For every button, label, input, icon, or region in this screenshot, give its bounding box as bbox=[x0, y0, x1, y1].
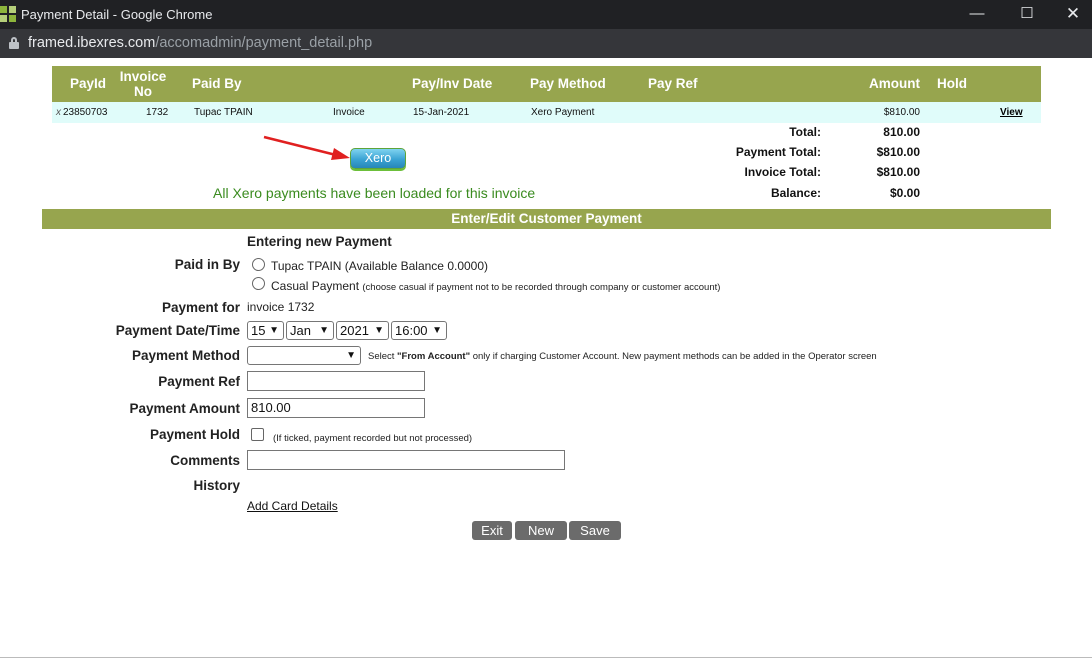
year-value: 2021 bbox=[340, 323, 369, 338]
comments-input[interactable] bbox=[247, 450, 565, 470]
month-value: Jan bbox=[290, 323, 311, 338]
year-select[interactable]: 2021 ▼ bbox=[336, 321, 389, 340]
xero-button[interactable]: Xero bbox=[350, 148, 406, 169]
day-value: 15 bbox=[251, 323, 266, 338]
section-header: Enter/Edit Customer Payment bbox=[42, 209, 1051, 229]
radio-customer-label: Tupac TPAIN (Available Balance 0.0000) bbox=[271, 259, 489, 273]
payment-amount-label: Payment Amount bbox=[129, 401, 240, 416]
payment-method-note: Select "From Account" only if charging C… bbox=[368, 351, 877, 362]
radio-casual-label: Casual Payment (choose casual if payment… bbox=[271, 279, 720, 293]
month-select[interactable]: Jan ▼ bbox=[286, 321, 334, 340]
payment-for-label: Payment for bbox=[161, 300, 240, 315]
time-value: 16:00 bbox=[395, 323, 428, 338]
save-button[interactable]: Save bbox=[569, 521, 621, 540]
payment-total-value: $810.00 bbox=[876, 145, 920, 159]
balance-label: Balance: bbox=[770, 186, 821, 200]
payment-date-label: Payment Date/Time bbox=[115, 323, 240, 338]
payment-for-value: invoice 1732 bbox=[247, 300, 315, 314]
chevron-down-icon: ▼ bbox=[269, 325, 279, 336]
comments-label: Comments bbox=[170, 453, 240, 468]
payment-hold-checkbox[interactable] bbox=[251, 428, 264, 441]
total-value: 810.00 bbox=[883, 125, 920, 139]
radio-casual-text: Casual Payment bbox=[271, 279, 360, 293]
payment-ref-input[interactable] bbox=[247, 371, 425, 391]
note-bold: "From Account" bbox=[397, 351, 471, 362]
total-label: Total: bbox=[789, 125, 821, 139]
chevron-down-icon: ▼ bbox=[346, 350, 356, 361]
paid-in-by-label: Paid in By bbox=[174, 257, 240, 272]
payment-method-label: Payment Method bbox=[131, 348, 240, 363]
payment-amount-input[interactable]: 810.00 bbox=[247, 398, 425, 418]
red-arrow-icon bbox=[263, 135, 350, 160]
note-post: only if charging Customer Account. New p… bbox=[470, 351, 877, 362]
payment-hold-note: (If ticked, payment recorded but not pro… bbox=[273, 433, 473, 444]
xero-status-message: All Xero payments have been loaded for t… bbox=[213, 185, 536, 201]
payment-method-select[interactable]: ▼ bbox=[247, 346, 361, 365]
exit-button[interactable]: Exit bbox=[472, 521, 512, 540]
totals-block: Total: 810.00 Payment Total: $810.00 Inv… bbox=[0, 0, 1092, 200]
radio-casual-note: (choose casual if payment not to be reco… bbox=[362, 282, 721, 293]
invoice-total-value: $810.00 bbox=[876, 165, 920, 179]
payment-ref-label: Payment Ref bbox=[158, 374, 240, 389]
balance-value: $0.00 bbox=[889, 186, 920, 200]
payment-hold-label: Payment Hold bbox=[149, 427, 240, 442]
history-label: History bbox=[193, 478, 240, 493]
radio-customer[interactable] bbox=[252, 258, 265, 271]
form-subtitle: Entering new Payment bbox=[247, 234, 392, 249]
chevron-down-icon: ▼ bbox=[432, 325, 442, 336]
new-button[interactable]: New bbox=[515, 521, 567, 540]
note-pre: Select bbox=[368, 351, 398, 362]
day-select[interactable]: 15 ▼ bbox=[247, 321, 284, 340]
add-card-details-link[interactable]: Add Card Details bbox=[247, 499, 338, 513]
radio-casual[interactable] bbox=[252, 277, 265, 290]
time-select[interactable]: 16:00 ▼ bbox=[391, 321, 447, 340]
payment-total-label: Payment Total: bbox=[735, 145, 821, 159]
chevron-down-icon: ▼ bbox=[374, 325, 384, 336]
invoice-total-label: Invoice Total: bbox=[744, 165, 821, 179]
chevron-down-icon: ▼ bbox=[319, 325, 329, 336]
